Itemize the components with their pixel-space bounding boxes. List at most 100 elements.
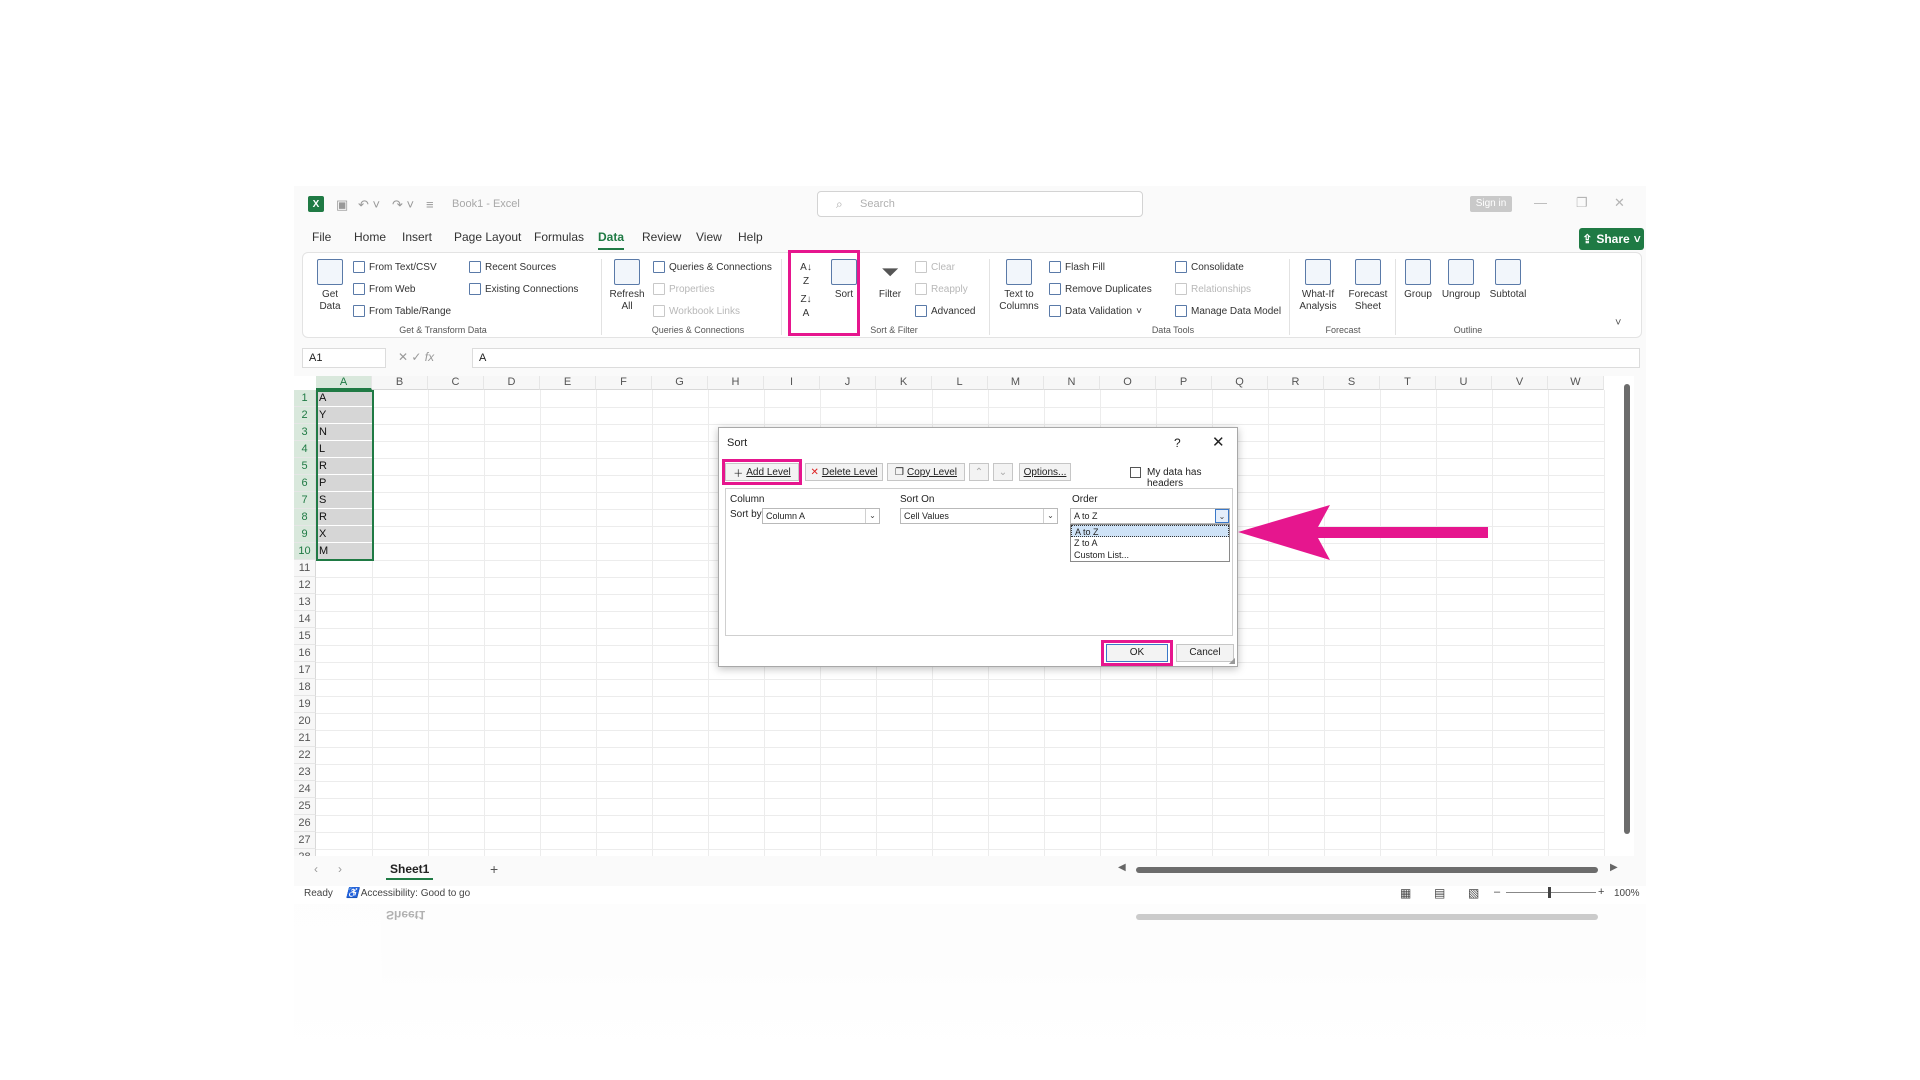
row-header-22[interactable]: 22 <box>294 747 316 764</box>
column-header-u[interactable]: U <box>1436 376 1492 390</box>
sheet-tab-sheet1[interactable]: Sheet1 <box>386 860 434 880</box>
flash-fill-button[interactable]: Flash Fill <box>1049 261 1105 273</box>
from-web-button[interactable]: From Web <box>353 283 416 295</box>
column-header-c[interactable]: C <box>428 376 484 390</box>
normal-view-icon[interactable]: ▦ <box>1400 886 1411 900</box>
row-header-28[interactable]: 28 <box>294 849 316 856</box>
sort-on-select[interactable]: Cell Values ⌄ <box>900 508 1058 524</box>
recent-sources-button[interactable]: Recent Sources <box>469 261 556 273</box>
row-header-12[interactable]: 12 <box>294 577 316 594</box>
row-header-26[interactable]: 26 <box>294 815 316 832</box>
column-header-p[interactable]: P <box>1156 376 1212 390</box>
cell-a4[interactable]: L <box>317 441 373 457</box>
column-header-e[interactable]: E <box>540 376 596 390</box>
order-option-custom-list[interactable]: Custom List... <box>1071 549 1229 561</box>
row-header-21[interactable]: 21 <box>294 730 316 747</box>
row-header-8[interactable]: 8 <box>294 509 316 526</box>
column-header-w[interactable]: W <box>1548 376 1604 390</box>
tab-review[interactable]: Review <box>642 230 681 244</box>
row-header-23[interactable]: 23 <box>294 764 316 781</box>
properties-button[interactable]: Properties <box>653 283 715 295</box>
cell-a3[interactable]: N <box>317 424 373 440</box>
row-header-3[interactable]: 3 <box>294 424 316 441</box>
row-header-9[interactable]: 9 <box>294 526 316 543</box>
tab-file[interactable]: File <box>312 230 331 244</box>
row-header-11[interactable]: 11 <box>294 560 316 577</box>
column-header-b[interactable]: B <box>372 376 428 390</box>
filter-button[interactable]: ⏷ Filter <box>873 259 907 301</box>
save-icon[interactable]: ▣ <box>336 197 348 213</box>
column-header-j[interactable]: J <box>820 376 876 390</box>
scroll-right-icon[interactable]: ▶ <box>1610 862 1618 873</box>
column-header-g[interactable]: G <box>652 376 708 390</box>
ungroup-button[interactable]: Ungroup <box>1441 259 1481 301</box>
cell-a7[interactable]: S <box>317 492 373 508</box>
column-header-h[interactable]: H <box>708 376 764 390</box>
cell-a1[interactable]: A <box>317 390 373 406</box>
page-layout-view-icon[interactable]: ▤ <box>1434 886 1445 900</box>
row-header-25[interactable]: 25 <box>294 798 316 815</box>
horizontal-scrollbar[interactable] <box>1136 867 1598 873</box>
reapply-button[interactable]: Reapply <box>915 283 968 295</box>
row-header-13[interactable]: 13 <box>294 594 316 611</box>
column-header-k[interactable]: K <box>876 376 932 390</box>
manage-data-model-button[interactable]: Manage Data Model <box>1175 305 1281 317</box>
page-break-view-icon[interactable]: ▧ <box>1468 886 1479 900</box>
tab-formulas[interactable]: Formulas <box>534 230 584 244</box>
row-header-6[interactable]: 6 <box>294 475 316 492</box>
row-header-27[interactable]: 27 <box>294 832 316 849</box>
data-validation-button[interactable]: Data Validation ˅ <box>1049 305 1142 317</box>
column-header-q[interactable]: Q <box>1212 376 1268 390</box>
close-icon[interactable]: ✕ <box>1614 195 1625 211</box>
order-option-z-to-a[interactable]: Z to A <box>1071 537 1229 549</box>
cancel-button[interactable]: Cancel <box>1176 644 1234 662</box>
resize-grip-icon[interactable]: ◢ <box>1229 656 1235 665</box>
dialog-close-icon[interactable]: ✕ <box>1212 433 1225 451</box>
search-input[interactable]: ⌕ Search <box>817 191 1143 217</box>
cell-a10[interactable]: M <box>317 543 373 559</box>
cell-a5[interactable]: R <box>317 458 373 474</box>
redo-icon[interactable]: ↷ ˅ <box>392 197 414 213</box>
zoom-slider[interactable] <box>1506 892 1596 893</box>
row-header-4[interactable]: 4 <box>294 441 316 458</box>
next-sheet-icon[interactable]: › <box>338 862 342 876</box>
options-button[interactable]: Options... <box>1019 463 1071 481</box>
row-header-17[interactable]: 17 <box>294 662 316 679</box>
tab-insert[interactable]: Insert <box>402 230 432 244</box>
share-button[interactable]: ⇪ Share ˅ <box>1579 228 1644 250</box>
row-header-10[interactable]: 10 <box>294 543 316 560</box>
consolidate-button[interactable]: Consolidate <box>1175 261 1244 273</box>
refresh-all-button[interactable]: Refresh All <box>607 259 647 313</box>
column-header-t[interactable]: T <box>1380 376 1436 390</box>
subtotal-button[interactable]: Subtotal <box>1487 259 1529 301</box>
get-data-button[interactable]: Get Data <box>311 259 349 313</box>
name-box[interactable]: A1 <box>302 348 386 368</box>
tab-page-layout[interactable]: Page Layout <box>454 230 521 244</box>
column-header-f[interactable]: F <box>596 376 652 390</box>
row-header-24[interactable]: 24 <box>294 781 316 798</box>
cell-a2[interactable]: Y <box>317 407 373 423</box>
row-header-20[interactable]: 20 <box>294 713 316 730</box>
sign-in-button[interactable]: Sign in <box>1470 196 1512 212</box>
column-header-v[interactable]: V <box>1492 376 1548 390</box>
formula-input[interactable]: A <box>472 348 1640 368</box>
cell-a9[interactable]: X <box>317 526 373 542</box>
workbook-links-button[interactable]: Workbook Links <box>653 305 740 317</box>
tab-data[interactable]: Data <box>598 230 625 250</box>
from-text-csv-button[interactable]: From Text/CSV <box>353 261 437 273</box>
row-header-19[interactable]: 19 <box>294 696 316 713</box>
order-option-a-to-z[interactable]: A to Z <box>1071 525 1229 537</box>
row-header-5[interactable]: 5 <box>294 458 316 475</box>
row-header-18[interactable]: 18 <box>294 679 316 696</box>
column-header-r[interactable]: R <box>1268 376 1324 390</box>
text-to-columns-button[interactable]: Text to Columns <box>995 259 1043 313</box>
row-header-15[interactable]: 15 <box>294 628 316 645</box>
relationships-button[interactable]: Relationships <box>1175 283 1251 295</box>
delete-level-button[interactable]: ✕ Delete Level <box>805 463 883 481</box>
cell-a8[interactable]: R <box>317 509 373 525</box>
column-header-i[interactable]: I <box>764 376 820 390</box>
tab-help[interactable]: Help <box>738 230 763 244</box>
prev-sheet-icon[interactable]: ‹ <box>314 862 318 876</box>
zoom-level[interactable]: 100% <box>1614 888 1640 899</box>
order-select[interactable]: A to Z ⌄ <box>1070 508 1230 524</box>
